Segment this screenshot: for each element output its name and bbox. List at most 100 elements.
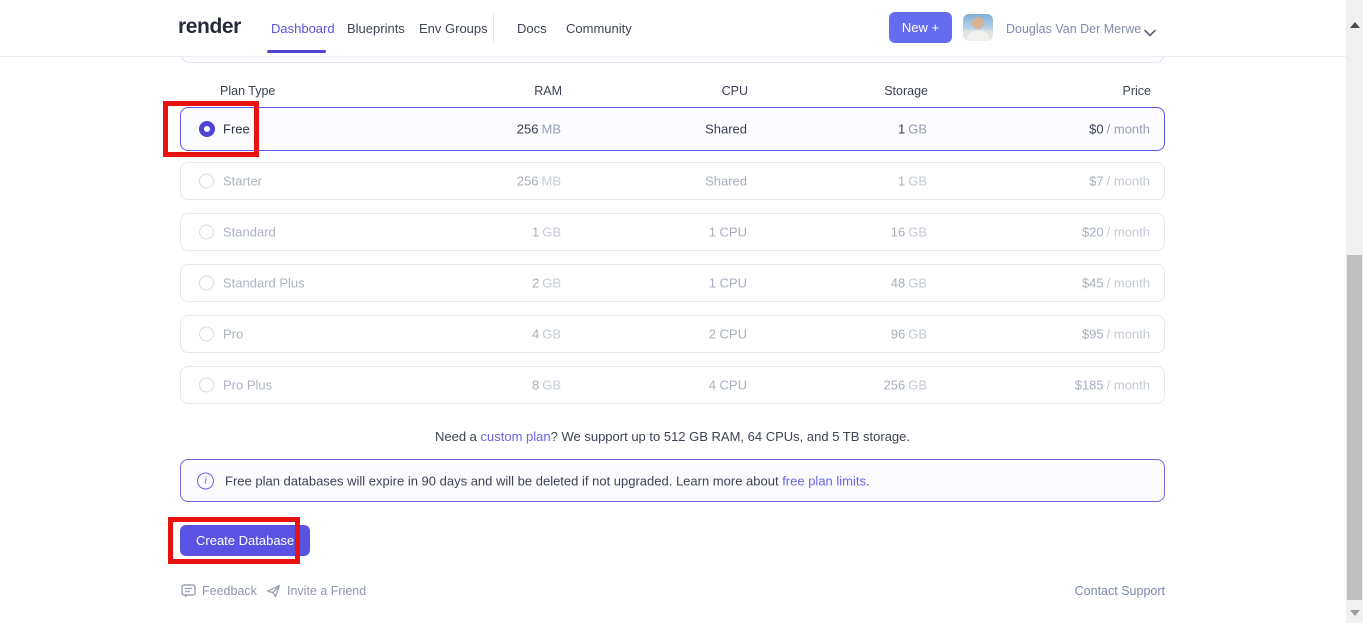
free-plan-notice-banner: i Free plan databases will expire in 90 … [180,459,1165,502]
column-header-cpu: CPU [722,84,748,98]
cpu-cell-value: Shared [705,174,747,189]
avatar-photo-detail [967,31,989,41]
storage-cell: 16GB [891,225,927,240]
plan-row-pro[interactable]: Pro4GB2 CPU96GB$95/ month [180,315,1165,353]
ram-cell: 4GB [532,327,561,342]
nav-tab-env-groups[interactable]: Env Groups [419,21,488,36]
ram-cell-value: 2 [532,276,539,291]
new-button[interactable]: New + [889,12,952,43]
free-plan-limits-link[interactable]: free plan limits [782,473,866,488]
ram-cell-unit: GB [542,276,561,291]
cpu-cell: 1 CPU [709,276,747,291]
plan-row-starter[interactable]: Starter 256MB Shared 1GB $7/ month [180,162,1165,200]
cpu-cell: 4 CPU [709,378,747,393]
price-cell-value: $20 [1082,225,1104,240]
column-header-storage: Storage [884,84,928,98]
ram-cell-value: 256 [517,122,539,137]
feedback-link[interactable]: Feedback [181,584,257,598]
plan-radio-free[interactable] [199,121,215,137]
feedback-icon [181,584,196,598]
custom-plan-text-post: ? We support up to 512 GB RAM, 64 CPUs, … [551,429,910,444]
invite-friend-label: Invite a Friend [287,584,366,598]
price-cell-unit: / month [1107,378,1150,393]
plan-radio-standard[interactable] [199,225,214,240]
column-header-ram: RAM [534,84,562,98]
ram-cell: 256MB [517,122,561,137]
price-cell-value: $185 [1075,378,1104,393]
price-cell: $7/ month [1089,174,1150,189]
create-database-button[interactable]: Create Database [180,525,310,556]
storage-cell-unit: GB [908,225,927,240]
invite-friend-link[interactable]: Invite a Friend [266,584,366,598]
cpu-cell: Shared [705,174,747,189]
plan-name: Pro Plus [223,378,272,393]
plan-radio-pro[interactable] [199,327,214,342]
plan-row-free[interactable]: Free256MBShared1GB$0/ month [180,107,1165,151]
scrollbar-thumb[interactable] [1347,255,1362,600]
cpu-cell: Shared [705,122,747,137]
storage-cell-value: 1 [898,174,905,189]
avatar-photo [972,17,984,29]
price-cell-value: $95 [1082,327,1104,342]
ram-cell: 8GB [532,378,561,393]
contact-support-link[interactable]: Contact Support [1075,584,1165,598]
plan-row-pro-plus[interactable]: Pro Plus8GB4 CPU256GB$185/ month [180,366,1165,404]
ram-cell: 2GB [532,276,561,291]
chevron-down-icon[interactable] [1144,24,1156,42]
price-cell-unit: / month [1107,276,1150,291]
plan-name: Standard [223,225,276,240]
plan-radio-pro-plus[interactable] [199,378,214,393]
custom-plan-text-pre: Need a [435,429,481,444]
price-cell: $95/ month [1082,327,1150,342]
plan-row-standard-plus[interactable]: Standard Plus2GB1 CPU48GB$45/ month [180,264,1165,302]
price-cell: $0/ month [1089,122,1150,137]
storage-cell-value: 96 [891,327,905,342]
ram-cell: 256MB [517,174,561,189]
nav-divider [493,14,494,42]
ram-cell-unit: GB [542,378,561,393]
nav-tab-community[interactable]: Community [566,21,632,36]
storage-cell-unit: GB [908,327,927,342]
plan-name: Starter [223,174,262,189]
scroll-down-arrow-icon[interactable] [1350,610,1360,616]
storage-cell: 96GB [891,327,927,342]
render-dashboard-page: render Dashboard Blueprints Env Groups D… [0,0,1363,623]
vertical-scrollbar[interactable] [1346,0,1363,623]
ram-cell: 1GB [532,225,561,240]
price-cell-unit: / month [1107,225,1150,240]
feedback-label: Feedback [202,584,257,598]
cpu-cell-value: 1 CPU [709,276,747,291]
storage-cell-unit: GB [908,378,927,393]
storage-cell-value: 1 [898,122,905,137]
user-avatar[interactable] [963,14,993,41]
top-navbar: render Dashboard Blueprints Env Groups D… [0,0,1346,57]
ram-cell-unit: MB [542,122,562,137]
nav-tab-blueprints[interactable]: Blueprints [347,21,405,36]
storage-cell-unit: GB [908,122,927,137]
price-cell-value: $45 [1082,276,1104,291]
nav-tab-dashboard[interactable]: Dashboard [271,21,335,36]
plan-radio-standard-plus[interactable] [199,276,214,291]
contact-support-label: Contact Support [1075,584,1165,598]
price-cell-unit: / month [1107,122,1150,137]
cpu-cell-value: 4 CPU [709,378,747,393]
user-name[interactable]: Douglas Van Der Merwe [1006,22,1141,36]
cpu-cell: 2 CPU [709,327,747,342]
custom-plan-link[interactable]: custom plan [481,429,551,444]
scroll-up-arrow-icon[interactable] [1350,22,1360,28]
storage-cell-value: 48 [891,276,905,291]
ram-cell-unit: MB [542,174,562,189]
plan-row-standard[interactable]: Standard1GB1 CPU16GB$20/ month [180,213,1165,251]
plan-rows: Free256MBShared1GB$0/ monthStarter256MBS… [180,107,1165,417]
storage-cell-unit: GB [908,174,927,189]
custom-plan-text: Need a custom plan? We support up to 512… [180,429,1165,444]
storage-cell-value: 256 [884,378,906,393]
column-header-plan-type: Plan Type [220,84,275,98]
notice-text-pre: Free plan databases will expire in 90 da… [225,473,782,488]
plan-selection-section: Plan Type RAM CPU Storage Price Free256M… [180,0,1165,623]
nav-tab-docs[interactable]: Docs [517,21,547,36]
price-cell: $45/ month [1082,276,1150,291]
plan-radio-starter[interactable] [199,174,214,189]
render-logo[interactable]: render [178,15,241,39]
column-header-price: Price [1123,84,1151,98]
